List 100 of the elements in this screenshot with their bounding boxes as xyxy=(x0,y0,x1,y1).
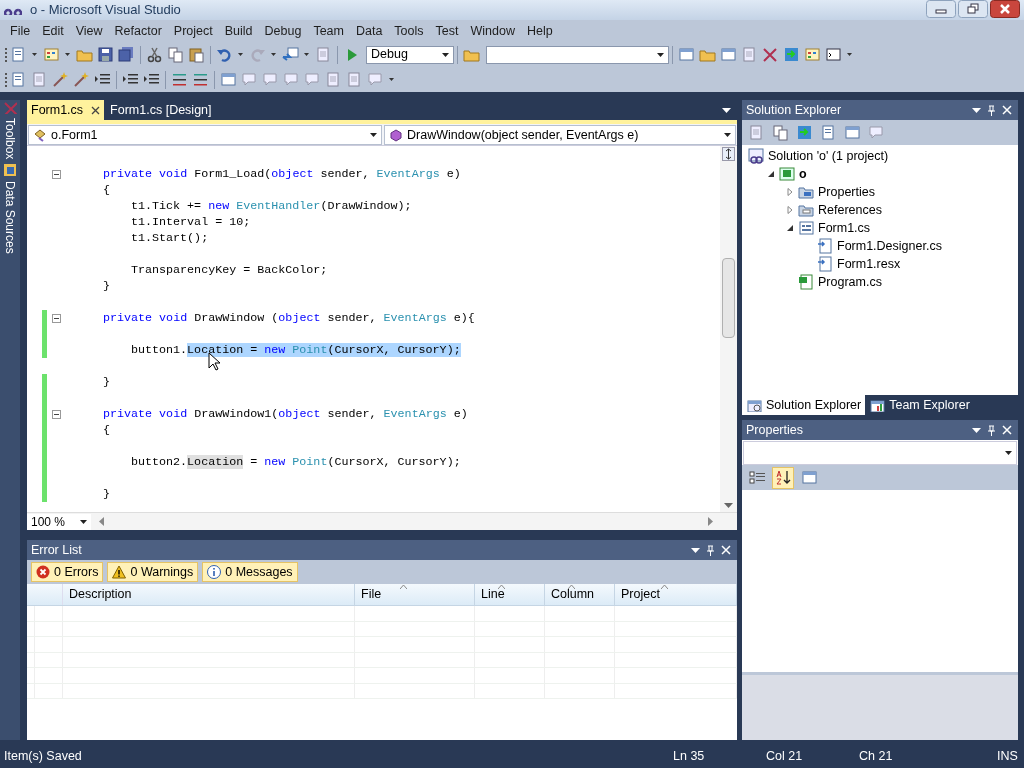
scroll-right-icon[interactable] xyxy=(708,517,713,526)
collapse-icon[interactable] xyxy=(52,409,61,419)
dropdown-arrow-icon[interactable] xyxy=(370,133,377,137)
filter-button[interactable]: 0 Messages xyxy=(202,562,298,582)
window-icon[interactable] xyxy=(720,46,737,63)
expanded-arrow-icon[interactable] xyxy=(767,170,775,178)
menu-item[interactable]: View xyxy=(69,21,109,41)
code-line: t1.Tick += new EventHandler(DrawWindow); xyxy=(131,199,412,213)
cut-icon[interactable] xyxy=(146,46,163,63)
split-handle-icon[interactable] xyxy=(722,147,735,161)
close-button[interactable] xyxy=(990,0,1020,18)
panel-tab[interactable]: Team Explorer xyxy=(865,395,974,415)
configuration-combo[interactable]: Debug xyxy=(366,45,454,64)
panel-tab[interactable]: Solution Explorer xyxy=(742,395,866,415)
code-line: TransparencyKey = BackColor; xyxy=(131,263,328,277)
menu-item[interactable]: Data xyxy=(349,21,389,41)
tree-item[interactable]: Program.cs xyxy=(818,272,882,292)
tree-item[interactable]: Form1.cs xyxy=(818,218,871,238)
column-indicator: Col 21 xyxy=(766,748,804,766)
menu-item[interactable]: Team xyxy=(307,21,350,41)
tree-item[interactable]: Properties xyxy=(818,182,875,202)
document-icon[interactable] xyxy=(820,124,837,141)
editor-tab[interactable]: Form1.cs xyxy=(27,100,105,120)
expanded-arrow-icon[interactable] xyxy=(786,224,794,232)
menu-item[interactable]: Project xyxy=(167,21,219,41)
filter-button[interactable]: 0 Warnings xyxy=(107,562,199,582)
collapse-icon[interactable] xyxy=(52,169,61,179)
alphabetical-sort-button[interactable] xyxy=(772,466,794,489)
terminal-icon[interactable] xyxy=(825,46,842,63)
column-header[interactable]: Description xyxy=(63,584,355,605)
dropdown-arrow-icon[interactable] xyxy=(972,427,981,433)
grid-icon[interactable] xyxy=(804,46,821,63)
window-icon[interactable] xyxy=(844,124,861,141)
minimize-button[interactable] xyxy=(926,0,956,18)
menu-item[interactable]: Refactor xyxy=(108,21,168,41)
menu-item[interactable]: Edit xyxy=(36,21,70,41)
zoom-combo[interactable]: 100 % xyxy=(27,513,91,530)
tree-item[interactable]: References xyxy=(818,200,882,220)
collapsed-arrow-icon[interactable] xyxy=(786,206,794,214)
paste-icon[interactable] xyxy=(188,46,205,63)
dropdown-arrow-icon[interactable] xyxy=(80,519,87,524)
toolbar-grip-icon xyxy=(4,46,8,63)
dropdown-arrow-icon[interactable] xyxy=(657,52,664,57)
copy-icon[interactable] xyxy=(772,124,789,141)
side-tab[interactable]: Data Sources xyxy=(0,181,23,255)
new-project-icon[interactable] xyxy=(10,46,27,63)
copy-icon[interactable] xyxy=(167,46,184,63)
undo-icon[interactable] xyxy=(216,46,233,63)
restore-button[interactable] xyxy=(958,0,988,18)
collapsed-arrow-icon[interactable] xyxy=(786,188,794,196)
tree-item[interactable]: Form1.resx xyxy=(837,254,901,274)
filter-button[interactable]: 0 Errors xyxy=(31,562,104,582)
dropdown-arrow-icon[interactable] xyxy=(1005,451,1012,455)
close-icon[interactable] xyxy=(91,105,101,115)
window-icon[interactable] xyxy=(220,71,237,88)
type-combo[interactable]: o.Form1 xyxy=(28,125,382,145)
combo-value: 100 % xyxy=(31,513,66,531)
navigate-icon[interactable] xyxy=(282,46,299,63)
uncomment-icon[interactable] xyxy=(192,71,209,88)
pin-icon[interactable] xyxy=(706,544,715,556)
code-line: t1.Start(); xyxy=(131,231,209,245)
menu-item[interactable]: Debug xyxy=(258,21,308,41)
dropdown-arrow-icon[interactable] xyxy=(724,133,731,137)
column-header[interactable]: File xyxy=(355,584,475,605)
menu-item[interactable]: File xyxy=(4,21,37,41)
tree-item[interactable]: Solution 'o' (1 project) xyxy=(768,146,889,166)
dropdown-arrow-icon[interactable] xyxy=(691,547,700,553)
wand-icon[interactable] xyxy=(73,71,90,88)
menu-item[interactable]: Help xyxy=(520,21,559,41)
scroll-down-icon[interactable] xyxy=(724,503,733,508)
scroll-left-icon[interactable] xyxy=(99,517,104,526)
save-all-icon[interactable] xyxy=(118,46,135,63)
pin-icon[interactable] xyxy=(987,424,996,436)
menu-item[interactable]: Window xyxy=(464,21,521,41)
alphabetical-icon xyxy=(774,469,792,486)
menu-item[interactable]: Build xyxy=(218,21,259,41)
column-header[interactable]: Column xyxy=(545,584,615,605)
chart-window-icon xyxy=(869,398,886,412)
editor-tab[interactable]: Form1.cs [Design] xyxy=(106,100,216,120)
window-title: o - Microsoft Visual Studio xyxy=(30,1,181,20)
code-line: private void DrawWindow1(object sender, EventArgs e) xyxy=(103,407,468,421)
add-item-icon[interactable] xyxy=(43,46,60,63)
dropdown-arrow-icon[interactable] xyxy=(972,107,981,113)
column-header[interactable]: Project xyxy=(615,584,737,605)
document-icon[interactable] xyxy=(10,71,27,88)
collapse-icon[interactable] xyxy=(52,313,61,323)
pin-icon[interactable] xyxy=(987,104,996,116)
comment-icon[interactable] xyxy=(171,71,188,88)
member-combo[interactable]: DrawWindow(object sender, EventArgs e) xyxy=(384,125,736,145)
side-tab[interactable]: Toolbox xyxy=(0,118,23,160)
scrollbar-thumb[interactable] xyxy=(722,258,735,338)
column-header[interactable]: Line xyxy=(475,584,545,605)
menu-item[interactable]: Test xyxy=(429,21,465,41)
dropdown-arrow-icon[interactable] xyxy=(442,52,449,57)
dropdown-arrow-icon[interactable] xyxy=(722,108,731,113)
save-icon[interactable] xyxy=(97,46,114,63)
tree-item[interactable]: o xyxy=(799,164,807,184)
menu-item[interactable]: Tools xyxy=(388,21,430,41)
line-indicator: Ln 35 xyxy=(673,748,706,766)
tree-item[interactable]: Form1.Designer.cs xyxy=(837,236,942,256)
